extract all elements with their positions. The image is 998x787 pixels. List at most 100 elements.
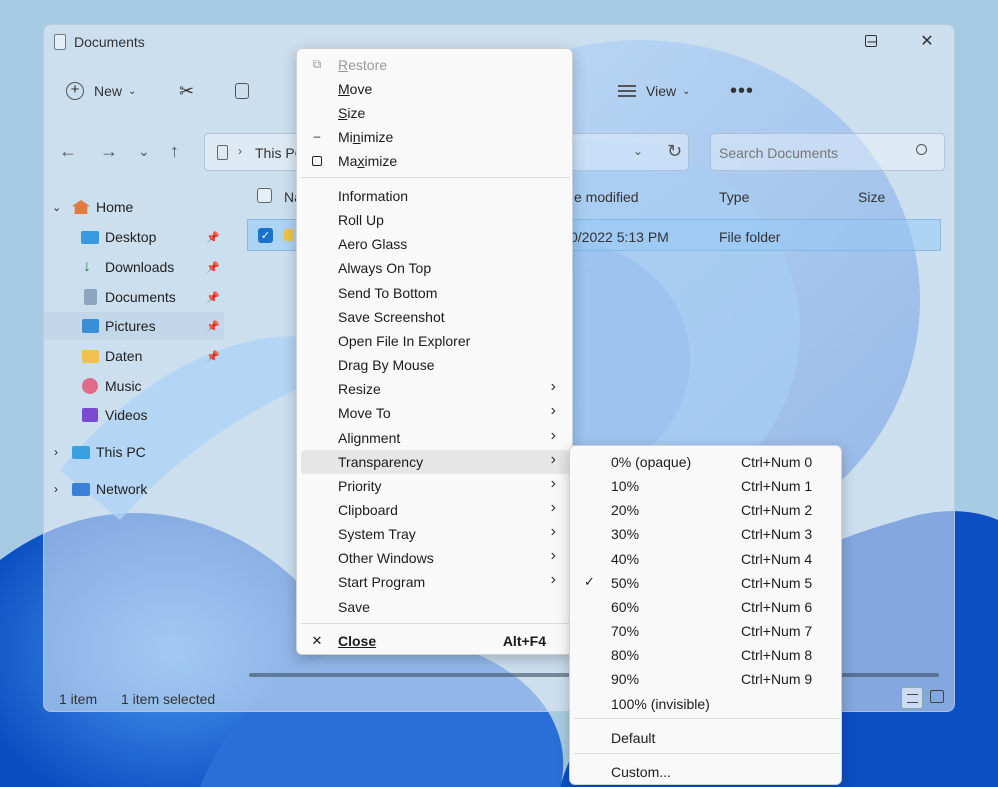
expand-chevron-icon: › xyxy=(54,445,58,459)
menu-item-save-screenshot[interactable]: Save Screenshot xyxy=(301,305,570,329)
menu-item-maximize[interactable]: Maximize xyxy=(301,149,570,173)
transparency-option[interactable]: 90% Ctrl+Num 9 xyxy=(574,667,839,691)
view-button[interactable]: View ⌄ xyxy=(618,79,690,103)
menu-item-move[interactable]: Move xyxy=(301,77,570,101)
transparency-option[interactable]: 60% Ctrl+Num 6 xyxy=(574,595,839,619)
menu-item-label: 10% xyxy=(611,478,640,495)
sidebar-item-home[interactable]: ⌄ Home xyxy=(44,193,224,221)
recent-chevron-icon[interactable]: ⌄ xyxy=(138,143,150,160)
transparency-option[interactable]: 10% Ctrl+Num 1 xyxy=(574,474,839,498)
cut-button[interactable]: ✂ xyxy=(179,79,194,103)
menu-item-label: Send To Bottom xyxy=(338,284,438,301)
folder-icon xyxy=(284,229,294,241)
menu-item-label: Minimize xyxy=(338,129,394,145)
menu-item-label: 70% xyxy=(611,623,640,640)
transparency-option[interactable]: 20% Ctrl+Num 2 xyxy=(574,498,839,522)
pin-icon: 📌 xyxy=(206,320,220,333)
menu-item-label: 20% xyxy=(611,502,640,519)
transparency-option[interactable]: 30% Ctrl+Num 3 xyxy=(574,522,839,546)
menu-item-save[interactable]: Save xyxy=(301,595,570,619)
menu-item-roll-up[interactable]: Roll Up xyxy=(301,208,570,232)
menu-item-label: Resize xyxy=(338,381,381,398)
menu-item-default[interactable]: Default xyxy=(574,726,839,750)
sidebar-item-desktop[interactable]: Desktop 📌 xyxy=(44,223,224,251)
sidebar-item-network[interactable]: › Network xyxy=(44,475,224,503)
menu-item-shortcut: Ctrl+Num 5 xyxy=(741,574,813,591)
forward-arrow-icon[interactable]: → xyxy=(100,141,118,162)
up-arrow-icon[interactable]: ↑ xyxy=(170,141,179,162)
menu-item-label: 30% xyxy=(611,526,640,543)
menu-item-clipboard[interactable]: Clipboard › xyxy=(301,498,570,522)
menu-item-restore[interactable]: ⧉ Restore xyxy=(301,53,570,77)
transparency-option[interactable]: 80% Ctrl+Num 8 xyxy=(574,643,839,667)
menu-item-size[interactable]: Size xyxy=(301,101,570,125)
back-arrow-icon[interactable]: ← xyxy=(59,141,77,162)
menu-item-minimize[interactable]: – Minimize xyxy=(301,125,570,149)
transparency-option[interactable]: 40% Ctrl+Num 4 xyxy=(574,547,839,571)
menu-item-label: Drag By Mouse xyxy=(338,357,435,374)
menu-item-label: Close xyxy=(338,633,377,649)
menu-item-close[interactable]: ✕ Close Alt+F4 xyxy=(301,629,570,653)
menu-item-shortcut: Ctrl+Num 6 xyxy=(741,598,813,615)
new-button[interactable]: + New ⌄ xyxy=(66,79,136,103)
close-window-button[interactable]: ✕ xyxy=(917,33,937,51)
details-view-button[interactable] xyxy=(901,687,923,709)
column-type[interactable]: Type xyxy=(719,189,749,205)
item-count: 1 item xyxy=(59,691,98,707)
menu-item-custom[interactable]: Custom... xyxy=(574,760,839,784)
menu-item-information[interactable]: Information xyxy=(301,184,570,208)
menu-item-label: 60% xyxy=(611,598,640,615)
column-size[interactable]: Size xyxy=(858,189,885,205)
menu-item-open-file-in-explorer[interactable]: Open File In Explorer xyxy=(301,329,570,353)
menu-item-label: Save Screenshot xyxy=(338,308,445,325)
select-all-checkbox[interactable] xyxy=(257,188,272,203)
menu-item-other-windows[interactable]: Other Windows › xyxy=(301,546,570,570)
pin-icon: 📌 xyxy=(206,291,220,304)
close-icon: ✕ xyxy=(311,633,323,648)
address-dropdown-icon[interactable]: ⌄ xyxy=(633,144,643,158)
menu-item-aero-glass[interactable]: Aero Glass xyxy=(301,232,570,256)
menu-item-label: Maximize xyxy=(338,153,398,169)
menu-item-always-on-top[interactable]: Always On Top xyxy=(301,256,570,280)
sidebar-item-downloads[interactable]: ↓ Downloads 📌 xyxy=(44,253,224,281)
breadcrumb-separator: › xyxy=(238,144,242,158)
refresh-icon[interactable]: ↻ xyxy=(667,141,682,162)
transparency-option[interactable]: 70% Ctrl+Num 7 xyxy=(574,619,839,643)
chevron-down-icon: ⌄ xyxy=(682,85,691,97)
more-options-button[interactable]: ••• xyxy=(730,79,754,103)
menu-item-system-tray[interactable]: System Tray › xyxy=(301,522,570,546)
view-lines-icon xyxy=(618,85,636,97)
maximize-button[interactable] xyxy=(862,33,882,51)
column-date-modified[interactable]: e modified xyxy=(574,189,639,205)
sidebar-item-pictures[interactable]: Pictures 📌 xyxy=(44,312,224,340)
menu-item-move-to[interactable]: Move To › xyxy=(301,401,570,425)
ellipsis-icon: ••• xyxy=(730,79,755,102)
menu-item-transparency[interactable]: Transparency › xyxy=(301,449,570,474)
transparency-option[interactable]: 100% (invisible) xyxy=(574,692,839,716)
menu-item-label: 100% (invisible) xyxy=(611,695,710,712)
sidebar-item-music[interactable]: Music xyxy=(44,372,224,400)
sidebar-item-documents[interactable]: Documents 📌 xyxy=(44,283,224,311)
tiles-view-button[interactable] xyxy=(930,690,944,703)
transparency-submenu: 0% (opaque) Ctrl+Num 0 10% Ctrl+Num 1 20% Ctr… xyxy=(569,445,842,785)
copy-button[interactable] xyxy=(235,79,249,103)
menu-item-drag-by-mouse[interactable]: Drag By Mouse xyxy=(301,353,570,377)
row-checkbox[interactable]: ✓ xyxy=(258,228,273,243)
menu-item-label: Default xyxy=(611,730,656,746)
menu-item-alignment[interactable]: Alignment › xyxy=(301,426,570,450)
sidebar-this-pc-label: This PC xyxy=(96,444,146,460)
sidebar-home-label: Home xyxy=(96,199,134,215)
plus-circle-icon: + xyxy=(66,82,84,100)
sidebar-item-this-pc[interactable]: › This PC xyxy=(44,438,224,466)
menu-item-start-program[interactable]: Start Program › xyxy=(301,570,570,594)
transparency-option[interactable]: 0% (opaque) Ctrl+Num 0 xyxy=(574,450,839,474)
menu-item-resize[interactable]: Resize › xyxy=(301,377,570,401)
menu-item-send-to-bottom[interactable]: Send To Bottom xyxy=(301,281,570,305)
scissors-icon: ✂ xyxy=(179,80,195,101)
transparency-option[interactable]: ✓ 50% Ctrl+Num 5 xyxy=(574,571,839,595)
menu-item-priority[interactable]: Priority › xyxy=(301,474,570,498)
search-input[interactable]: Search Documents xyxy=(710,133,945,171)
sidebar-item-videos[interactable]: Videos xyxy=(44,401,224,429)
sidebar-item-daten[interactable]: Daten 📌 xyxy=(44,342,224,370)
videos-icon xyxy=(82,408,98,422)
